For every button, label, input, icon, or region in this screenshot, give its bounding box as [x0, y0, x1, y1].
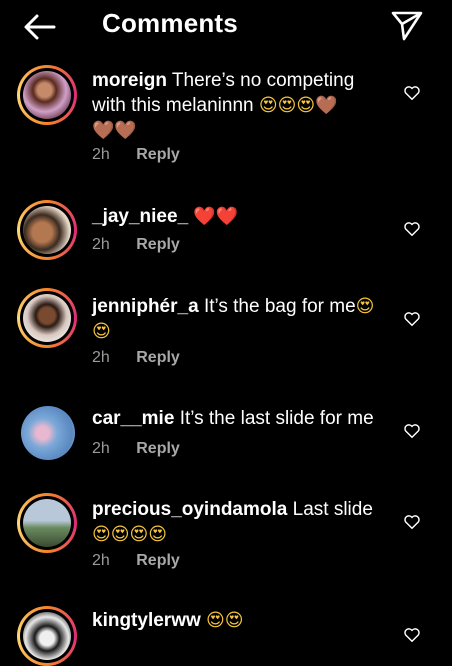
comment-meta: 2h Reply: [92, 440, 180, 458]
comment-text: Last slide: [292, 499, 373, 520]
heart-icon[interactable]: [403, 626, 421, 644]
reply-button[interactable]: Reply: [136, 349, 180, 366]
comment-meta: 2h Reply: [92, 146, 180, 164]
comment-time: 2h: [92, 552, 110, 569]
comment-username[interactable]: _jay_niee_: [92, 206, 188, 227]
avatar[interactable]: [17, 493, 77, 553]
reply-button[interactable]: Reply: [136, 440, 180, 457]
comment-time: 2h: [92, 146, 110, 163]
comment-emojis: 😍😍: [206, 610, 244, 631]
comment-username[interactable]: jenniphér_a: [92, 296, 199, 317]
arrow-left-icon[interactable]: [22, 9, 58, 45]
heart-icon[interactable]: [403, 310, 421, 328]
comment-meta: 2h Reply: [92, 236, 180, 254]
page-title: Comments: [102, 8, 238, 38]
reply-button[interactable]: Reply: [136, 146, 180, 163]
comment-emojis: 😍: [92, 321, 111, 342]
comment-emojis: 😍😍😍🤎: [258, 95, 338, 116]
comment-emojis: 😍: [355, 296, 375, 317]
heart-icon[interactable]: [403, 220, 421, 238]
comment-text: It’s the bag for me: [203, 296, 356, 317]
avatar[interactable]: [17, 288, 77, 348]
heart-icon[interactable]: [403, 84, 421, 102]
heart-icon[interactable]: [403, 422, 421, 440]
comment-emojis: ❤️❤️: [193, 206, 239, 227]
avatar[interactable]: [17, 65, 77, 125]
comment-time: 2h: [92, 349, 110, 366]
comment-username[interactable]: car__mie: [92, 408, 174, 429]
comment-time: 2h: [92, 440, 110, 457]
header-bar: Comments: [0, 0, 452, 52]
avatar[interactable]: [17, 200, 77, 260]
avatar[interactable]: [17, 606, 77, 666]
comment-text: It’s the last slide for me: [179, 408, 374, 429]
comment-username[interactable]: moreign: [92, 70, 167, 91]
heart-icon[interactable]: [403, 513, 421, 531]
avatar[interactable]: [21, 406, 75, 460]
comment-emojis: 🤎🤎: [92, 120, 137, 141]
comment-meta: 2h Reply: [92, 552, 180, 570]
comment-meta: 2h Reply: [92, 349, 180, 367]
paper-plane-icon[interactable]: [390, 8, 424, 42]
reply-button[interactable]: Reply: [136, 552, 180, 569]
comment-username[interactable]: kingtylerww: [92, 610, 201, 631]
reply-button[interactable]: Reply: [136, 236, 180, 253]
comment-time: 2h: [92, 236, 110, 253]
comment-emojis: 😍😍😍😍: [92, 524, 168, 545]
comment-username[interactable]: precious_oyindamola: [92, 499, 287, 520]
